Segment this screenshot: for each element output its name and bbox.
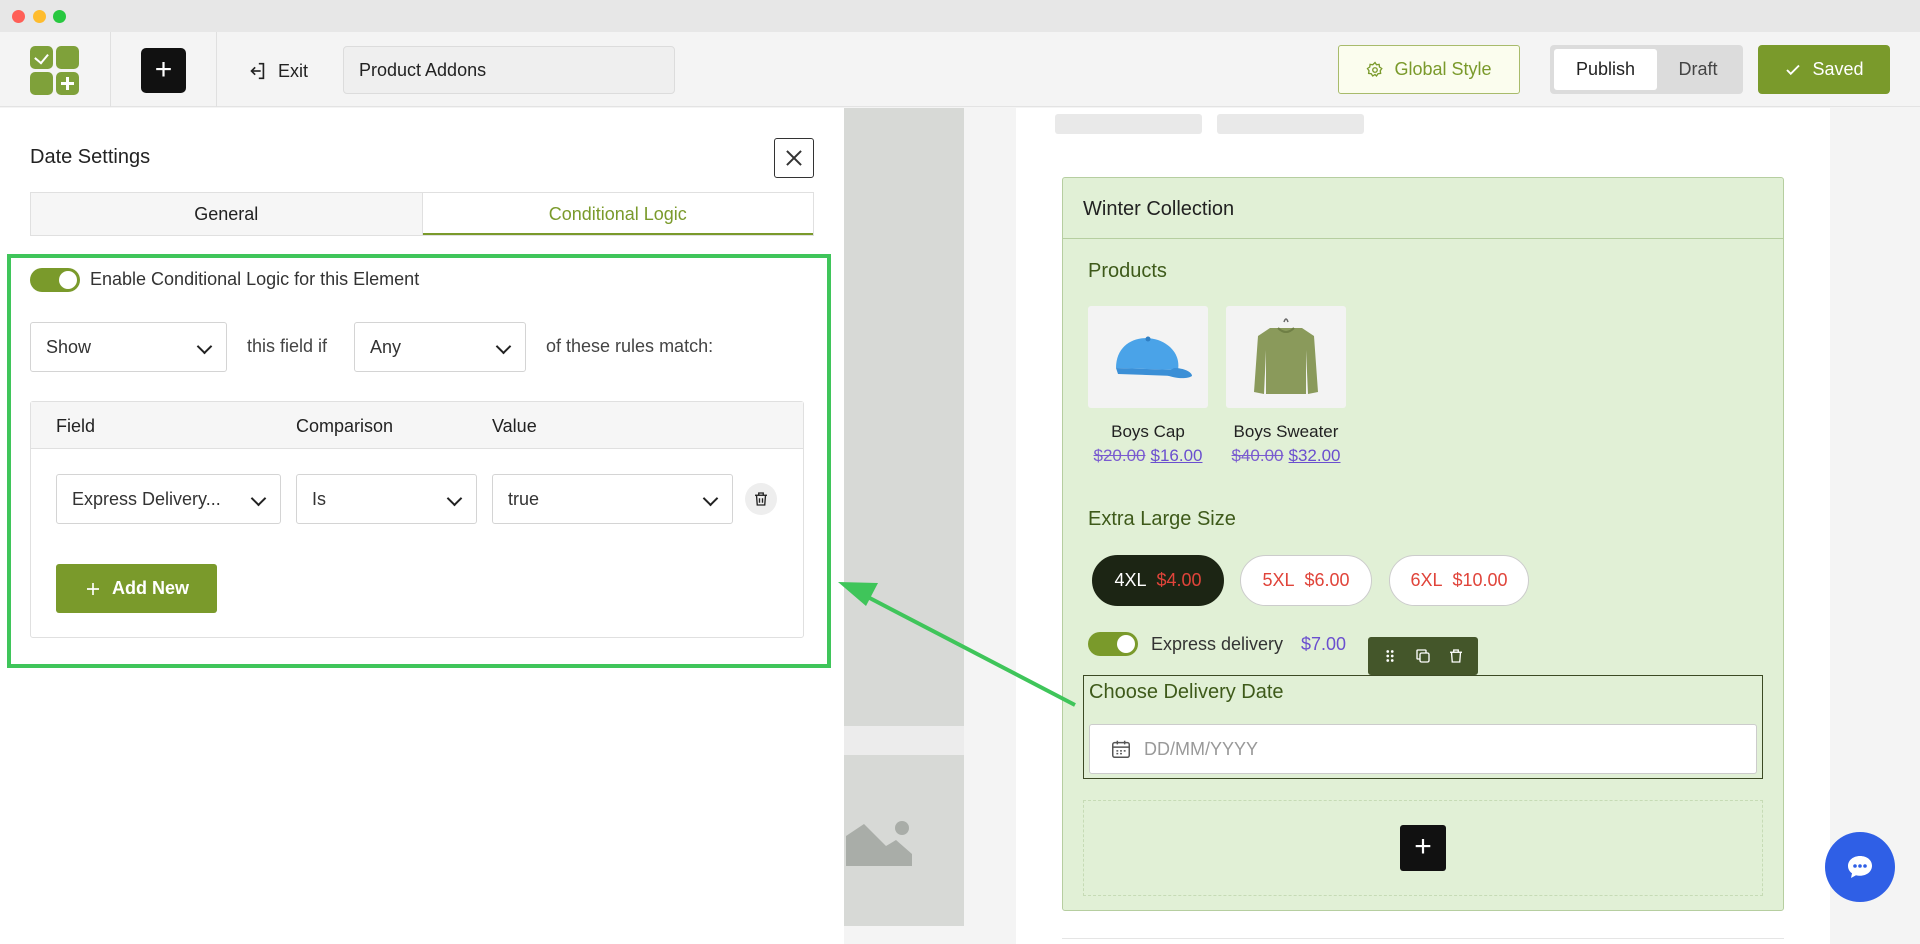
panel-title: Date Settings <box>30 146 151 168</box>
logo-tile <box>56 46 79 69</box>
product-image-sweater[interactable] <box>1226 306 1346 408</box>
top-toolbar: + Exit Global Style Publish Draft Saved <box>0 32 1920 107</box>
exit-button[interactable]: Exit <box>246 56 308 86</box>
gear-icon <box>1367 60 1384 77</box>
chat-button[interactable] <box>1825 832 1895 902</box>
product-name: Boys Sweater <box>1233 422 1339 441</box>
publish-option[interactable]: Publish <box>1554 49 1657 90</box>
sweater-icon <box>1254 318 1318 394</box>
date-field-title: Choose Delivery Date <box>1089 681 1284 703</box>
tab-conditional-logic[interactable]: Conditional Logic <box>422 193 813 235</box>
app-logo[interactable] <box>30 46 79 95</box>
global-style-button[interactable]: Global Style <box>1338 45 1520 94</box>
size-option-4xl[interactable]: 4XL $4.00 <box>1092 555 1224 606</box>
tab-general[interactable]: General <box>31 193 423 235</box>
preview-side-block <box>844 108 964 726</box>
toolbar-divider <box>110 32 111 107</box>
product-image-cap[interactable] <box>1088 306 1208 408</box>
size-label: 6XL <box>1410 570 1443 590</box>
preview-gap <box>844 726 964 755</box>
drag-handle-icon[interactable] <box>1381 647 1399 665</box>
add-element-button[interactable]: + <box>141 48 186 93</box>
express-delivery-label: Express delivery <box>1151 634 1284 654</box>
express-delivery-price: $7.00 <box>1301 634 1347 654</box>
window-close-button[interactable] <box>12 10 25 23</box>
size-option-6xl[interactable]: 6XL $10.00 <box>1389 555 1529 606</box>
size-option-5xl[interactable]: 5XL $6.00 <box>1240 555 1372 606</box>
form-title-input[interactable] <box>343 46 675 94</box>
card-title: Winter Collection <box>1083 198 1235 220</box>
card-divider <box>1063 238 1783 239</box>
add-block-button[interactable]: + <box>1400 825 1446 871</box>
publish-status-toggle: Publish Draft <box>1550 45 1743 94</box>
size-label: 4XL <box>1114 570 1147 590</box>
size-price: $10.00 <box>1452 570 1508 590</box>
new-price: $32.00 <box>1288 446 1341 465</box>
calendar-icon <box>1112 740 1130 758</box>
exit-label: Exit <box>278 60 309 81</box>
product-price: $40.00 $32.00 <box>1216 446 1356 466</box>
products-title: Products <box>1088 260 1167 282</box>
settings-tabs: General Conditional Logic <box>30 192 814 236</box>
window-maximize-button[interactable] <box>53 10 66 23</box>
size-price: $4.00 <box>1156 570 1202 590</box>
window-minimize-button[interactable] <box>33 10 46 23</box>
draft-option[interactable]: Draft <box>1657 49 1739 90</box>
check-icon <box>1786 64 1801 75</box>
logo-check-tile <box>30 46 53 69</box>
delivery-date-element[interactable]: Choose Delivery Date DD/MM/YYYY <box>1083 675 1763 779</box>
duplicate-icon[interactable] <box>1414 647 1432 665</box>
size-label: 5XL <box>1262 570 1295 590</box>
exit-icon <box>250 62 265 80</box>
highlight-box <box>7 254 831 668</box>
old-price: $40.00 <box>1231 446 1284 465</box>
saved-label: Saved <box>1812 59 1864 79</box>
saved-button[interactable]: Saved <box>1758 45 1890 94</box>
window-titlebar <box>0 0 1920 32</box>
product-name: Boys Cap <box>1111 422 1185 441</box>
toolbar-divider <box>216 32 217 107</box>
next-section-edge <box>1062 938 1784 944</box>
new-price: $16.00 <box>1150 446 1203 465</box>
cap-icon <box>1116 336 1192 379</box>
logo-tile <box>30 72 53 95</box>
date-placeholder: DD/MM/YYYY <box>1144 738 1259 759</box>
size-price: $6.00 <box>1304 570 1350 590</box>
product-price: $20.00 $16.00 <box>1078 446 1218 466</box>
element-toolbar <box>1368 637 1478 675</box>
close-panel-button[interactable] <box>774 138 814 178</box>
image-placeholder-icon <box>846 821 912 866</box>
size-title: Extra Large Size <box>1088 508 1236 530</box>
delete-icon[interactable] <box>1447 647 1465 665</box>
logo-plus-tile <box>56 72 79 95</box>
chat-icon <box>1848 856 1872 878</box>
skeleton-bar <box>1217 114 1364 134</box>
express-delivery-toggle[interactable] <box>1088 632 1138 656</box>
global-style-label: Global Style <box>1394 59 1492 79</box>
old-price: $20.00 <box>1093 446 1146 465</box>
date-input[interactable]: DD/MM/YYYY <box>1089 724 1757 774</box>
skeleton-bar <box>1055 114 1202 134</box>
